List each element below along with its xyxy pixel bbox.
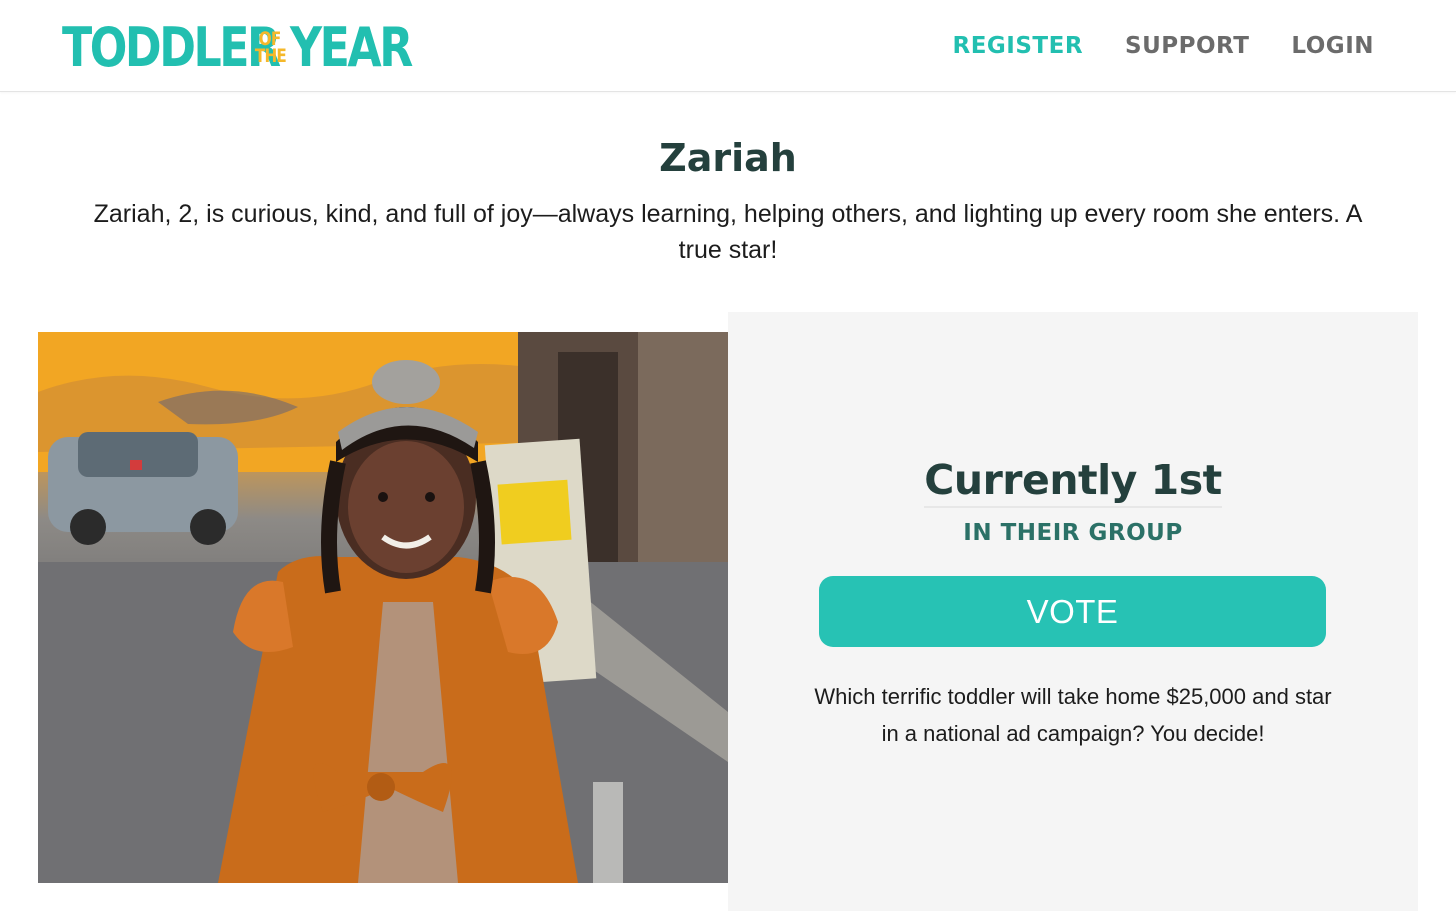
nav-login-link[interactable]: LOGIN (1291, 33, 1374, 59)
voting-panel: Currently 1st IN THEIR GROUP VOTE Which … (728, 312, 1418, 911)
rank-title-wrap: Currently 1st (728, 456, 1418, 508)
logo-word-year: YEAR (290, 16, 413, 79)
main-nav: REGISTER SUPPORT LOGIN (953, 33, 1375, 59)
contestant-bio: Zariah, 2, is curious, kind, and full of… (93, 200, 1363, 264)
rank-title: Currently 1st (924, 456, 1222, 508)
logo-word-toddler: TODDLER (62, 16, 281, 79)
top-navigation-bar: TODDLER OF THE YEAR REGISTER SUPPORT LOG… (0, 0, 1456, 92)
photo-illustration (38, 332, 728, 883)
contestant-photo (38, 332, 728, 883)
vote-button[interactable]: VOTE (819, 576, 1326, 647)
contest-description: Which terrific toddler will take home $2… (814, 684, 1332, 746)
nav-support-link[interactable]: SUPPORT (1125, 33, 1249, 59)
logo-word-the: THE (254, 45, 286, 67)
site-logo[interactable]: TODDLER OF THE YEAR (62, 16, 413, 79)
nav-register-link[interactable]: REGISTER (953, 33, 1084, 59)
rank-subtitle: IN THEIR GROUP (963, 520, 1183, 546)
contestant-name: Zariah (659, 136, 797, 180)
